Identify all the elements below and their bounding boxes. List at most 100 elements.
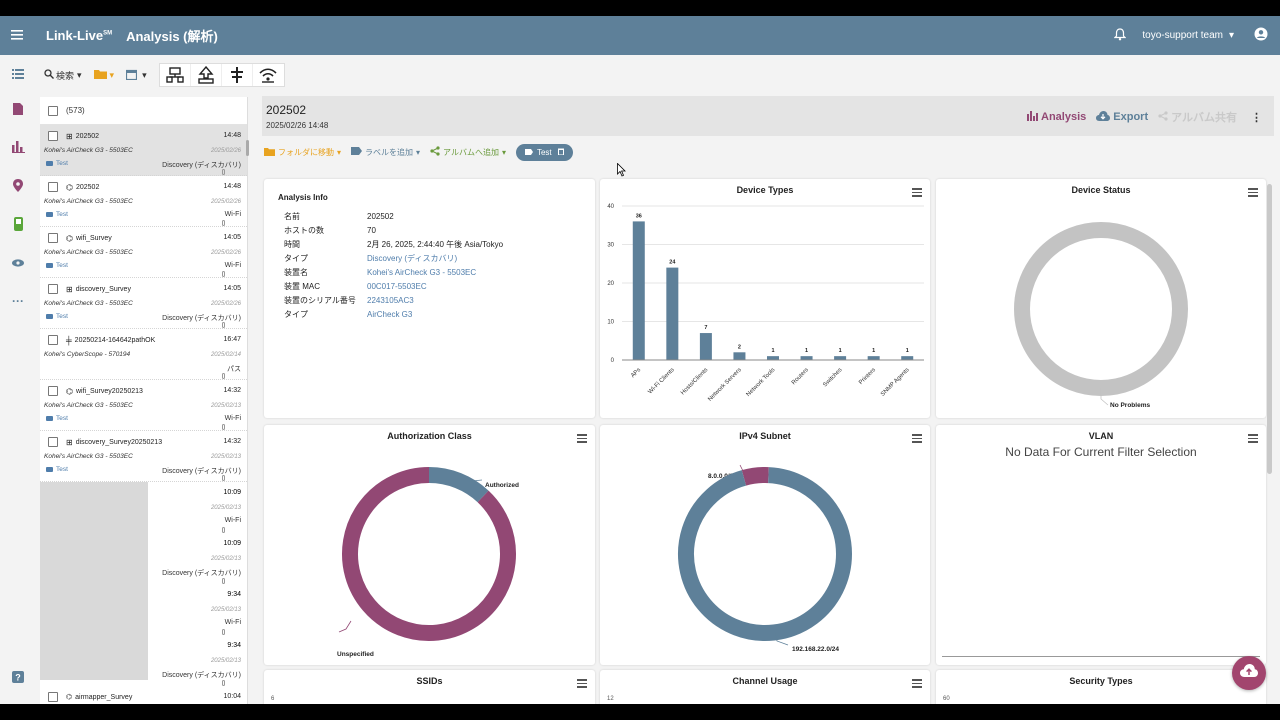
item-label[interactable]: Test [46,466,68,473]
move-folder-label: フォルダに移動 [278,147,334,157]
path-filter-button[interactable] [222,64,253,86]
list-item[interactable]: ⊞ discovery_Survey 14:05 Kohei's AirCheck G… [40,278,247,329]
drag-handle-icon[interactable] [222,220,225,226]
list-item[interactable]: ⊞ 202502 14:48 Kohei's AirCheck G3 - 5503EC… [40,125,247,176]
item-type: Wi-Fi [224,619,241,626]
hamburger-menu-icon[interactable] [1248,434,1258,445]
analysis-info-table: 名前 202502 ホストの数 70 時間 2月 26, 2025, 2:44:40 午後… [284,210,503,321]
row-checkbox[interactable] [48,386,58,396]
list-item[interactable]: ⌬ wifi_Survey20250213 14:32 Kohei's AirChec… [40,380,247,431]
ipv4-subnet-chart: 8.0.0.0/8192.168.22.0/24 [678,464,852,653]
move-to-folder-dropdown[interactable]: フォルダに移動 ▾ [264,147,341,158]
row-checkbox[interactable] [48,437,58,447]
app-window: Link-LiveSM Analysis (解析) toyo-support t… [0,16,1280,704]
folder-dropdown[interactable]: ▾ [93,69,114,81]
calendar-dropdown[interactable]: ▾ [125,69,147,82]
search-dropdown[interactable]: 検索 ▾ [44,69,82,82]
item-name: discovery_Survey20250213 [75,438,163,446]
chevron-down-icon: ▾ [501,147,506,157]
user-menu[interactable]: toyo-support team ▾ [1142,30,1234,41]
list-icon[interactable] [10,67,26,83]
more-horizontal-icon[interactable]: ··· [10,293,26,309]
item-label[interactable]: Test [46,160,68,167]
help-icon[interactable]: ? [10,671,26,687]
page-title: Analysis (解析) [126,29,218,44]
drag-handle-icon[interactable] [222,373,225,379]
slice-8-0-0-0-8 [741,467,769,486]
drag-handle-icon[interactable] [222,475,225,481]
upload-filter-button[interactable] [191,64,222,86]
drag-handle-icon[interactable] [222,271,225,277]
document-icon[interactable] [10,103,26,119]
cloud-download-icon [1096,110,1111,124]
item-label[interactable]: Test [46,415,68,422]
bell-icon[interactable] [1113,27,1127,44]
wifi-icon: ⌬ [66,386,73,396]
x-tick-label: APs [630,367,642,379]
analysis-chart-icon[interactable] [10,141,26,157]
bar-value-label: 1 [805,348,808,354]
device-icon[interactable] [10,217,26,233]
discovery-filter-button[interactable] [160,64,191,86]
item-time: 10:04 [223,693,241,700]
bar-value-label: 1 [839,348,842,354]
upload-fab[interactable] [1232,656,1266,690]
slice-no-problems [1014,222,1188,396]
trash-icon[interactable] [557,148,564,157]
app-brand[interactable]: Link-LiveSM [46,28,112,43]
account-circle-icon[interactable] [1254,27,1268,44]
item-label[interactable]: Test [46,262,68,269]
hamburger-menu-icon[interactable] [912,679,922,690]
row-checkbox[interactable] [48,692,58,702]
row-checkbox[interactable] [48,284,58,294]
more-vertical-icon[interactable]: ⋮ [1251,111,1262,124]
row-checkbox[interactable] [48,335,58,345]
item-date: 2025/02/13 [210,658,241,664]
item-label[interactable]: Test [46,211,68,218]
info-value[interactable]: Kohei's AirCheck G3 - 5503EC [367,266,503,280]
album-share-button[interactable]: アルバム共有 [1158,109,1237,125]
add-label-dropdown[interactable]: ラベルを追加 ▾ [351,147,420,158]
drag-handle-icon[interactable] [222,169,225,175]
list-item[interactable]: 10:09 2025/02/13 Discovery (ディスカバリ) [40,533,247,584]
security-types-axis-tick: 60 [943,696,950,702]
list-item[interactable]: ⊞ discovery_Survey20250213 14:32 Kohei's Ai… [40,431,247,482]
list-item[interactable]: ⌬ 202502 14:48 Kohei's AirCheck G3 - 5503EC… [40,176,247,227]
mouse-cursor-icon [617,163,626,177]
info-value[interactable]: AirCheck G3 [367,307,503,321]
info-value[interactable]: 2243105AC3 [367,293,503,307]
item-date: 2025/02/13 [210,607,241,613]
eye-icon[interactable] [10,255,26,271]
slice-label: No Problems [1110,402,1150,409]
label-chip-test[interactable]: Test [515,143,573,161]
map-pin-icon[interactable] [10,179,26,195]
main-scrollbar[interactable] [1267,184,1272,474]
list-item[interactable]: ╪ 20250214-164642pathOK 16:47 Kohei's Cyber… [40,329,247,380]
select-all-checkbox[interactable] [48,105,58,116]
list-item[interactable]: 9:34 2025/02/13 Discovery (ディスカバリ) [40,635,247,686]
row-checkbox[interactable] [48,233,58,243]
list-item[interactable]: ⌬ airmapper_Survey 10:04 [40,686,247,704]
analysis-button[interactable]: Analysis [1027,110,1086,124]
info-value[interactable]: Discovery (ディスカバリ) [367,252,503,266]
drag-handle-icon[interactable] [222,322,225,328]
search-label: 検索 [56,70,75,81]
drag-handle-icon[interactable] [222,424,225,430]
info-value[interactable]: 00C017-5503EC [367,279,503,293]
hamburger-menu-icon[interactable] [577,679,587,690]
wifi-filter-button[interactable] [253,64,284,86]
row-checkbox[interactable] [48,182,58,192]
list-item[interactable]: ⌬ wifi_Survey 14:05 Kohei's AirCheck G3 - 5… [40,227,247,278]
bar-wi-fi-clients [666,267,679,360]
x-tick-label: Printers [858,367,877,386]
list-item[interactable]: 10:09 2025/02/13 Wi-Fi [40,482,247,533]
type-filter-group [158,63,285,87]
list-scrollbar[interactable] [246,140,249,156]
channel-usage-card: Channel Usage 12 [600,670,930,704]
add-to-album-dropdown[interactable]: アルバムへ追加 ▾ [430,146,506,158]
row-checkbox[interactable] [48,131,58,141]
item-label[interactable]: Test [46,313,68,320]
export-button[interactable]: Export [1096,110,1148,124]
hamburger-menu-icon[interactable] [0,27,34,45]
list-item[interactable]: 9:34 2025/02/13 Wi-Fi [40,584,247,635]
